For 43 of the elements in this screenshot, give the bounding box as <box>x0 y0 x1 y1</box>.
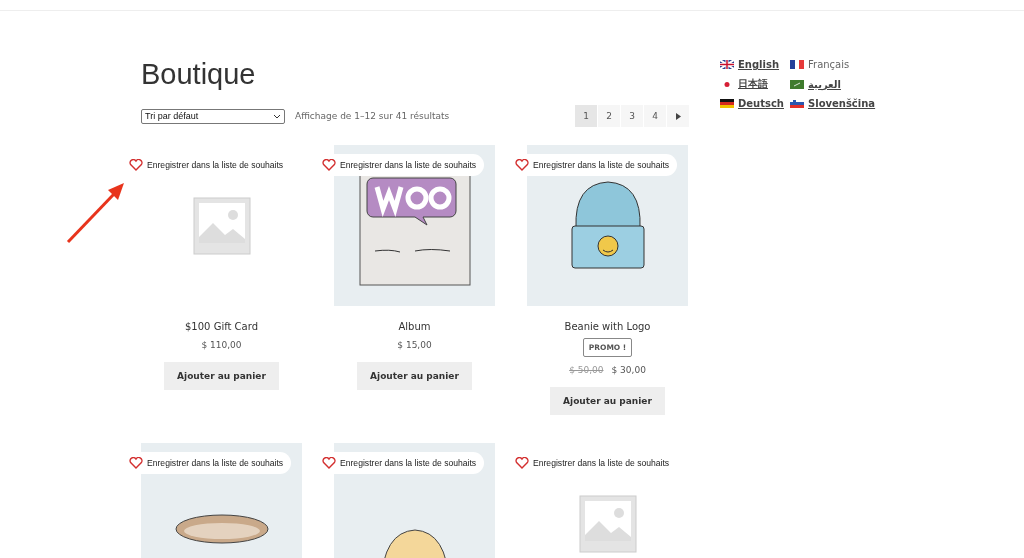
heart-icon[interactable] <box>322 457 336 469</box>
page-link[interactable]: 3 <box>621 105 643 127</box>
heart-icon[interactable] <box>515 457 529 469</box>
heart-icon[interactable] <box>322 159 336 171</box>
next-arrow-icon <box>675 112 681 120</box>
flag-icon <box>790 79 804 89</box>
language-link[interactable]: Français <box>790 59 876 70</box>
next-page-button[interactable] <box>667 105 689 127</box>
page-link[interactable]: 4 <box>644 105 666 127</box>
wishlist-button[interactable]: Enregistrer dans la liste de souhaits <box>127 452 292 474</box>
wishlist-button[interactable]: Enregistrer dans la liste de souhaits <box>513 154 678 176</box>
heart-icon[interactable] <box>129 457 143 469</box>
flag-icon <box>720 60 734 69</box>
page-link[interactable]: 1 <box>575 105 597 127</box>
page-link[interactable]: 2 <box>598 105 620 127</box>
language-link[interactable]: العربية <box>790 77 876 91</box>
product-price: $ 15,00 <box>397 340 432 350</box>
language-link[interactable]: English <box>720 59 790 70</box>
flag-icon <box>790 99 804 108</box>
image-placeholder-icon <box>578 494 637 553</box>
old-price: $ 50,00 <box>569 365 604 375</box>
product-price: $ 30,00 <box>611 365 646 375</box>
product-name[interactable]: Album <box>398 321 431 332</box>
language-link[interactable]: 日本語 <box>720 77 790 91</box>
product-name[interactable]: $100 Gift Card <box>185 321 258 332</box>
flag-icon <box>720 99 734 108</box>
product-price: $ 110,00 <box>201 340 242 350</box>
page-title: Boutique <box>141 58 257 91</box>
heart-icon[interactable] <box>515 159 529 171</box>
heart-icon[interactable] <box>129 159 143 171</box>
add-to-cart-button[interactable]: Ajouter au panier <box>164 362 279 390</box>
language-link[interactable]: Deutsch <box>720 98 790 109</box>
language-link[interactable]: Slovenščina <box>790 98 876 109</box>
chevron-down-icon <box>273 113 281 119</box>
product-name[interactable]: Beanie with Logo <box>564 321 651 332</box>
wishlist-button[interactable]: Enregistrer dans la liste de souhaits <box>320 452 485 474</box>
flag-icon <box>790 60 804 69</box>
add-to-cart-button[interactable]: Ajouter au panier <box>357 362 472 390</box>
image-placeholder-icon <box>192 196 251 255</box>
add-to-cart-button[interactable]: Ajouter au panier <box>550 387 665 415</box>
result-count: Affichage de 1–12 sur 41 résultats <box>295 111 450 121</box>
wishlist-button[interactable]: Enregistrer dans la liste de souhaits <box>320 154 485 176</box>
sort-dropdown[interactable]: Tri par défaut <box>141 108 285 124</box>
